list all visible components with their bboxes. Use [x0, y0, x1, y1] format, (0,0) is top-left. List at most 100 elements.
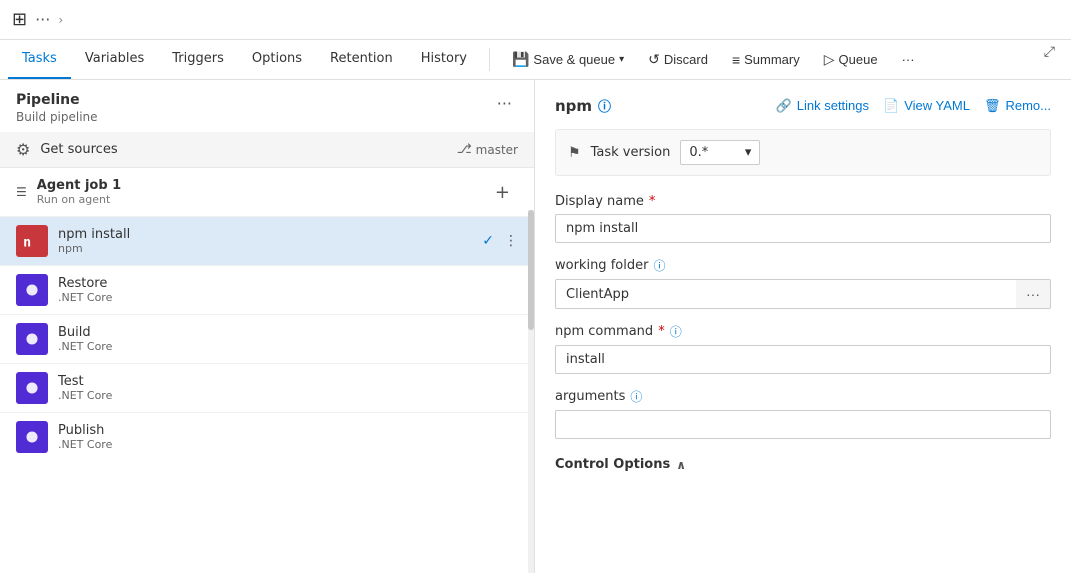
- tab-retention[interactable]: Retention: [316, 40, 407, 79]
- tab-history[interactable]: History: [407, 40, 481, 79]
- top-bar: ⊞ ··· ›: [0, 0, 1071, 40]
- working-folder-label: working folder ⓘ: [555, 257, 1051, 274]
- task-version-label: Task version: [591, 145, 671, 160]
- branch-icon: ⎇: [457, 142, 472, 157]
- restore-sub: .NET Core: [58, 291, 518, 304]
- pipeline-title: Pipeline: [16, 92, 98, 108]
- control-options-chevron-icon: ∧: [676, 458, 686, 472]
- queue-icon: ▷: [824, 51, 835, 68]
- build-name: Build: [58, 325, 518, 340]
- display-name-label: Display name *: [555, 194, 1051, 209]
- right-panel: npm ⓘ 🔗 Link settings 📄 View YAML 🗑 Remo…: [535, 80, 1071, 573]
- task-version-value: 0.*: [689, 145, 708, 160]
- test-name: Test: [58, 374, 518, 389]
- control-options-header[interactable]: Control Options ∧: [555, 457, 1051, 472]
- working-folder-group: working folder ⓘ ···: [555, 257, 1051, 309]
- working-folder-info-icon[interactable]: ⓘ: [653, 257, 665, 274]
- view-yaml-icon: 📄: [883, 98, 899, 114]
- display-name-required: *: [649, 194, 656, 209]
- arguments-input[interactable]: [555, 410, 1051, 439]
- publish-sub: .NET Core: [58, 438, 518, 451]
- task-item-publish[interactable]: Publish .NET Core: [0, 412, 534, 461]
- task-version-row: ⚑ Task version 0.* ▾: [555, 129, 1051, 176]
- pipeline-header: Pipeline Build pipeline ···: [0, 80, 534, 132]
- task-list: n npm install npm ✓ ⋮: [0, 216, 534, 573]
- summary-icon: ≡: [732, 52, 740, 68]
- nav-more-button[interactable]: ···: [892, 48, 925, 71]
- test-sub: .NET Core: [58, 389, 518, 402]
- app-icon: ⊞: [12, 9, 27, 30]
- svg-text:n: n: [23, 236, 31, 251]
- build-task-icon: [16, 323, 48, 355]
- npm-info-icon[interactable]: ⓘ: [598, 96, 611, 115]
- task-item-npm-install[interactable]: n npm install npm ✓ ⋮: [0, 216, 534, 265]
- restore-name: Restore: [58, 276, 518, 291]
- arguments-group: arguments ⓘ: [555, 388, 1051, 439]
- task-item-test[interactable]: Test .NET Core: [0, 363, 534, 412]
- test-task-icon: [16, 372, 48, 404]
- right-panel-actions: 🔗 Link settings 📄 View YAML 🗑 Remo...: [776, 98, 1051, 114]
- expand-button[interactable]: ⤢: [1036, 40, 1063, 79]
- publish-info: Publish .NET Core: [58, 423, 518, 451]
- get-sources-branch: ⎇ master: [457, 142, 518, 157]
- task-item-restore[interactable]: Restore .NET Core: [0, 265, 534, 314]
- arguments-info-icon[interactable]: ⓘ: [630, 388, 642, 405]
- build-info: Build .NET Core: [58, 325, 518, 353]
- restore-info: Restore .NET Core: [58, 276, 518, 304]
- npm-install-more-button[interactable]: ⋮: [504, 233, 518, 249]
- link-settings-icon: 🔗: [776, 98, 792, 114]
- nav-actions: 💾 Save & queue ▾ ↺ Discard ≡ Summary ▷ Q…: [502, 40, 925, 79]
- agent-job-sub: Run on agent: [37, 193, 121, 206]
- remove-icon: 🗑: [984, 98, 1001, 114]
- task-version-flag-icon: ⚑: [568, 145, 581, 161]
- publish-name: Publish: [58, 423, 518, 438]
- npm-command-info-icon[interactable]: ⓘ: [670, 323, 682, 340]
- pipeline-info: Pipeline Build pipeline: [16, 92, 98, 124]
- nav-divider: [489, 48, 490, 71]
- npm-command-group: npm command * ⓘ: [555, 323, 1051, 374]
- save-queue-chevron-icon: ▾: [619, 54, 624, 65]
- tab-options[interactable]: Options: [238, 40, 316, 79]
- left-panel: Pipeline Build pipeline ··· ⚙ Get source…: [0, 80, 535, 573]
- agent-job-info: Agent job 1 Run on agent: [37, 178, 121, 206]
- link-settings-button[interactable]: 🔗 Link settings: [776, 98, 869, 114]
- test-info: Test .NET Core: [58, 374, 518, 402]
- add-task-button[interactable]: +: [487, 180, 518, 205]
- view-yaml-button[interactable]: 📄 View YAML: [883, 98, 970, 114]
- pipeline-more-button[interactable]: ···: [491, 92, 518, 115]
- branch-name: master: [476, 143, 518, 157]
- remove-button[interactable]: 🗑 Remo...: [984, 98, 1051, 114]
- tab-variables[interactable]: Variables: [71, 40, 158, 79]
- discard-button[interactable]: ↺ Discard: [638, 47, 718, 72]
- agent-job-label: Agent job 1: [37, 178, 121, 193]
- working-folder-browse-button[interactable]: ···: [1016, 279, 1051, 309]
- summary-button[interactable]: ≡ Summary: [722, 48, 810, 72]
- main-layout: Pipeline Build pipeline ··· ⚙ Get source…: [0, 80, 1071, 573]
- agent-job-icon: ☰: [16, 185, 27, 199]
- display-name-input[interactable]: [555, 214, 1051, 243]
- working-folder-input[interactable]: [555, 279, 1016, 309]
- restore-task-icon: [16, 274, 48, 306]
- scroll-thumb[interactable]: [528, 210, 534, 330]
- publish-task-icon: [16, 421, 48, 453]
- pipeline-subtitle: Build pipeline: [16, 110, 98, 124]
- npm-install-name: npm install: [58, 227, 472, 242]
- save-icon: 💾: [512, 51, 529, 68]
- nav-tabs: Tasks Variables Triggers Options Retenti…: [0, 40, 1071, 80]
- tab-tasks[interactable]: Tasks: [8, 40, 71, 79]
- queue-button[interactable]: ▷ Queue: [814, 47, 888, 72]
- right-panel-title: npm ⓘ: [555, 96, 611, 115]
- build-sub: .NET Core: [58, 340, 518, 353]
- top-more-button[interactable]: ···: [35, 10, 50, 29]
- task-item-build[interactable]: Build .NET Core: [0, 314, 534, 363]
- save-queue-button[interactable]: 💾 Save & queue ▾: [502, 47, 634, 72]
- get-sources-icon: ⚙: [16, 140, 30, 159]
- get-sources-item[interactable]: ⚙ Get sources ⎇ master: [0, 132, 534, 167]
- scrollbar[interactable]: [528, 210, 534, 573]
- npm-title-label: npm: [555, 97, 592, 115]
- task-version-select[interactable]: 0.* ▾: [680, 140, 760, 165]
- npm-command-input[interactable]: [555, 345, 1051, 374]
- agent-job-header: ☰ Agent job 1 Run on agent +: [0, 167, 534, 216]
- tab-triggers[interactable]: Triggers: [158, 40, 238, 79]
- breadcrumb-chevron: ›: [58, 13, 63, 27]
